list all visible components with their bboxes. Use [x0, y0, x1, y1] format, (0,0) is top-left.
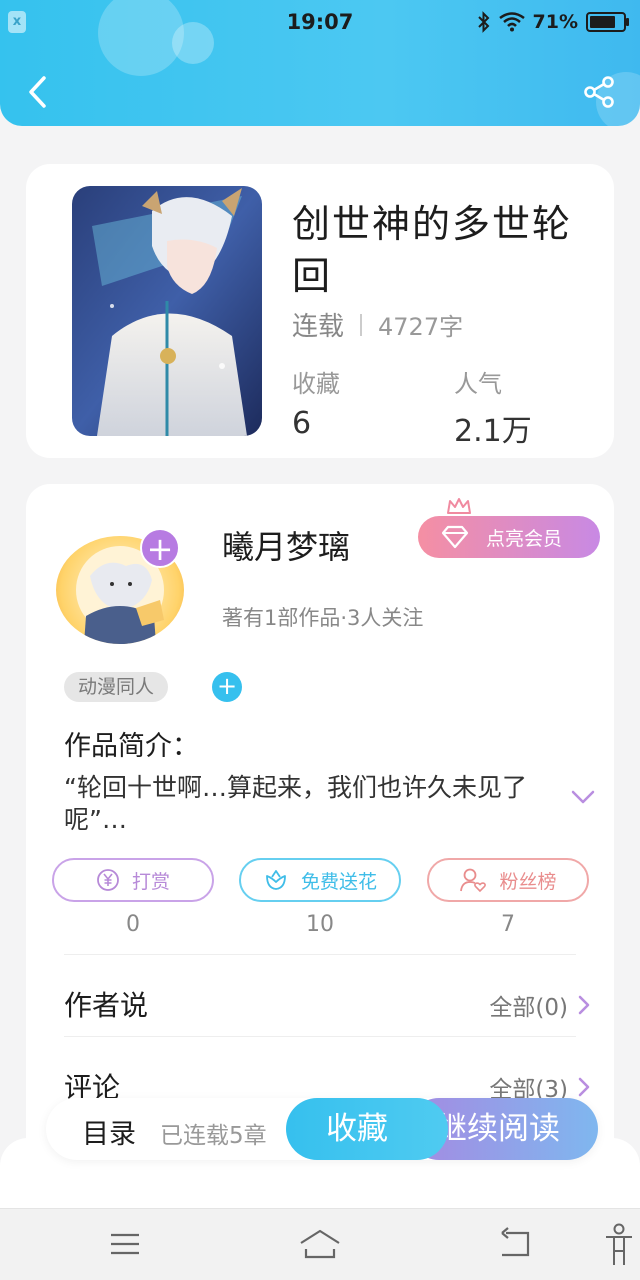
battery-percentage: 71% [532, 11, 578, 33]
bottom-action-bar: 目录 已连载5章 继续阅读 收藏 [46, 1098, 598, 1160]
book-info-card: 创世神的多世轮回 连载 4727字 收藏 6 人气 2.1万 [26, 164, 614, 458]
book-cover[interactable] [72, 186, 262, 436]
battery-icon [586, 12, 629, 32]
back-button[interactable] [20, 72, 54, 112]
intro-title: 作品简介： [64, 731, 199, 762]
author-notes-title: 作者说 [64, 989, 149, 1022]
section-divider [64, 1036, 576, 1037]
top-header: x 19:07 71% [0, 0, 640, 126]
fan-ranking-label: 粉丝榜 [499, 870, 557, 893]
flower-icon [266, 870, 286, 890]
send-flower-button[interactable]: 免费送花 [239, 858, 401, 902]
cover-illustration [72, 186, 262, 436]
bluetooth-icon [477, 11, 489, 33]
intro-text: “轮回十世啊…算起来，我们也许久未见了呢”… [64, 773, 527, 834]
tip-count: 0 [126, 912, 140, 937]
author-card: + 曦月梦璃 点亮会员 著有1部作品·3人关注 动漫同人 + 作品简介： “轮回… [26, 484, 614, 1204]
book-word-count: 4727字 [378, 313, 464, 341]
menu-icon[interactable] [108, 1227, 142, 1261]
author-stats: 著有1部作品·3人关注 [222, 606, 424, 630]
popularity-stat-value: 2.1万 [454, 414, 532, 449]
category-tag[interactable]: 动漫同人 [64, 672, 169, 702]
status-bar: x 19:07 71% [0, 0, 640, 44]
share-icon [584, 76, 614, 108]
status-indicators: 71% [477, 9, 630, 35]
chapter-count: 已连载5章 [160, 1123, 267, 1149]
author-notes-all-label: 全部(0) [489, 995, 568, 1021]
chevron-down-icon[interactable] [570, 788, 596, 806]
fan-user-heart-icon [460, 868, 487, 893]
author-name[interactable]: 曦月梦璃 [222, 522, 350, 568]
continue-reading-label: 继续阅读 [436, 1111, 560, 1147]
home-icon[interactable] [298, 1227, 342, 1261]
wifi-icon [498, 12, 525, 32]
book-status: 连载 [292, 312, 345, 342]
chevron-left-icon [29, 76, 46, 108]
vip-button-label: 点亮会员 [486, 527, 563, 550]
collect-button[interactable]: 收藏 [286, 1098, 448, 1160]
collect-stat-label: 收藏 [292, 370, 340, 398]
accessibility-icon[interactable] [604, 1223, 634, 1267]
collect-label: 收藏 [326, 1111, 388, 1147]
back-icon[interactable] [498, 1227, 532, 1261]
chevron-right-icon [578, 995, 590, 1015]
send-flower-label: 免费送花 [300, 870, 377, 893]
crown-icon [447, 498, 471, 514]
diamond-icon [441, 525, 469, 549]
fan-ranking-button[interactable]: 粉丝榜 [427, 858, 589, 902]
flower-count: 10 [306, 912, 334, 937]
follow-author-button[interactable]: + [140, 528, 180, 568]
collect-stat-value: 6 [292, 406, 312, 441]
tip-label: 打赏 [131, 870, 170, 893]
vip-member-button[interactable]: 点亮会员 [418, 516, 600, 558]
chevron-right-icon [578, 1077, 590, 1097]
book-meta: 连载 4727字 [292, 306, 463, 343]
tip-button[interactable]: 打赏 [52, 858, 214, 902]
add-tag-button[interactable]: + [212, 672, 242, 702]
meta-divider [360, 313, 363, 336]
author-notes-all-link[interactable]: 全部(0) [489, 988, 590, 1022]
fan-count: 7 [501, 912, 515, 937]
popularity-stat-label: 人气 [454, 370, 502, 398]
share-button[interactable] [584, 76, 616, 108]
book-title: 创世神的多世轮回 [292, 202, 573, 298]
system-navigation-bar [0, 1208, 640, 1280]
section-divider [64, 954, 576, 955]
yen-coin-icon [97, 869, 119, 891]
author-avatar-wrap: + [54, 528, 190, 646]
table-of-contents-button[interactable]: 目录 [82, 1112, 136, 1151]
